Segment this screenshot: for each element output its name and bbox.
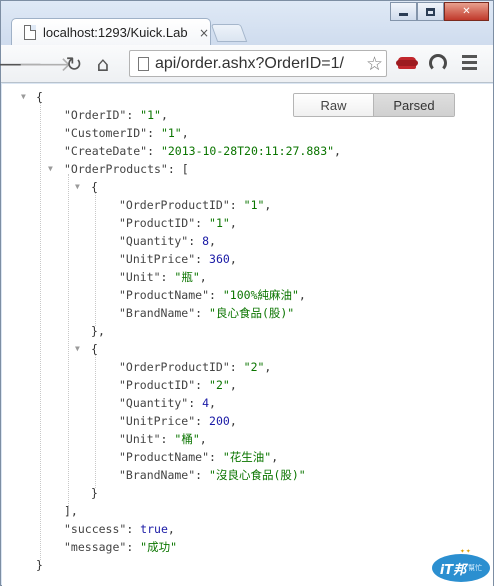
json-value: 8 <box>202 234 210 248</box>
maximize-button[interactable] <box>417 2 444 21</box>
indent-guide <box>40 102 41 560</box>
json-value: true <box>140 522 168 536</box>
indent-guide <box>68 174 69 506</box>
indent-guide <box>95 192 96 326</box>
collapse-toggle-icon[interactable]: ▼ <box>75 178 80 196</box>
json-value: 360 <box>209 252 230 266</box>
page-icon <box>24 25 36 40</box>
json-value: "1" <box>243 198 265 212</box>
json-close-brace: }, <box>91 324 105 338</box>
json-value: "1" <box>209 216 230 230</box>
json-value: "1" <box>160 126 182 140</box>
json-row: "BrandName": "良心食品(股)" <box>119 306 295 320</box>
json-row: "ProductID": "2", <box>119 378 237 392</box>
reload-icon[interactable]: ↻ <box>60 50 88 78</box>
json-value: "成功" <box>140 540 178 554</box>
json-value: "2" <box>243 360 265 374</box>
json-row: "Quantity": 4, <box>119 396 216 410</box>
ithome-watermark-logo: ✦✦ iT邦 幫忙 <box>426 546 492 584</box>
json-row: "CreateDate": "2013-10-28T20:11:27.883", <box>64 144 341 158</box>
json-row: "ProductName": "花生油", <box>119 450 279 464</box>
raw-button[interactable]: Raw <box>294 94 374 116</box>
json-row: "OrderProducts": [ <box>64 162 189 176</box>
collapse-toggle-icon[interactable]: ▼ <box>75 340 80 358</box>
json-row: "OrderProductID": "2", <box>119 360 272 374</box>
json-viewer: ▼ ▼ ▼ ▼ { "OrderID": "1", "CustomerID": … <box>2 84 493 586</box>
json-value: "瓶" <box>174 270 200 284</box>
json-close-bracket: ], <box>64 504 78 518</box>
json-value: "沒良心食品(股)" <box>209 468 306 482</box>
tab-title: localhost:1293/Kuick.Lab <box>43 25 188 40</box>
json-row: "OrderID": "1", <box>64 108 168 122</box>
page-info-icon[interactable] <box>138 56 149 71</box>
close-window-button[interactable]: ✕ <box>444 2 489 21</box>
minimize-icon <box>399 13 408 16</box>
json-row: "ProductName": "100%純麻油", <box>119 288 306 302</box>
new-tab-button[interactable] <box>210 24 248 42</box>
view-mode-switch: Raw Parsed <box>293 93 455 117</box>
window-controls: ✕ <box>390 2 489 21</box>
speech-bubble-icon: iT邦 幫忙 <box>432 554 490 582</box>
json-row: "message": "成功" <box>64 540 178 554</box>
json-row: "Quantity": 8, <box>119 234 216 248</box>
json-row: "Unit": "桶", <box>119 432 207 446</box>
tab-close-icon[interactable]: × <box>199 27 209 39</box>
browser-window: localhost:1293/Kuick.Lab × ✕ 🡐 🡒 ↻ ⌂ /ap… <box>0 0 494 586</box>
title-bar: localhost:1293/Kuick.Lab × ✕ <box>1 1 493 46</box>
json-row: "BrandName": "沒良心食品(股)" <box>119 468 306 482</box>
json-open-brace: { <box>91 342 98 356</box>
json-value: "2013-10-28T20:11:27.883" <box>160 144 335 158</box>
json-row: "OrderProductID": "1", <box>119 198 272 212</box>
url-text[interactable]: /api/order.ashx?OrderID=1 <box>155 55 363 73</box>
json-row: "UnitPrice": 200, <box>119 414 237 428</box>
collapse-toggle-icon[interactable]: ▼ <box>48 160 53 178</box>
json-row: "CustomerID": "1", <box>64 126 189 140</box>
json-close-brace: } <box>91 486 98 500</box>
star-icon[interactable]: ☆ <box>363 53 386 75</box>
minimize-button[interactable] <box>390 2 417 21</box>
page-content: ▼ ▼ ▼ ▼ { "OrderID": "1", "CustomerID": … <box>2 84 493 586</box>
json-value: "1" <box>140 108 161 122</box>
json-value: "100%純麻油" <box>222 288 299 302</box>
json-value: "桶" <box>174 432 200 446</box>
browser-tab[interactable]: localhost:1293/Kuick.Lab × <box>11 18 211 46</box>
json-value: 200 <box>209 414 230 428</box>
address-bar[interactable]: /api/order.ashx?OrderID=1 ☆ <box>129 50 387 77</box>
json-row: "success": true, <box>64 522 175 536</box>
maximize-icon <box>426 7 435 16</box>
json-open-brace: { <box>91 180 98 194</box>
json-value: 4 <box>202 396 210 410</box>
json-value: "2" <box>209 378 230 392</box>
sofa-extension-icon[interactable] <box>396 53 418 73</box>
json-row: "UnitPrice": 360, <box>119 252 237 266</box>
menu-icon[interactable] <box>462 55 477 73</box>
json-close-brace: } <box>36 558 43 572</box>
home-icon[interactable]: ⌂ <box>89 50 117 78</box>
json-row: "Unit": "瓶", <box>119 270 207 284</box>
json-value: "花生油" <box>222 450 272 464</box>
circle-extension-icon[interactable] <box>429 54 447 72</box>
json-open-brace: { <box>36 90 43 104</box>
collapse-toggle-icon[interactable]: ▼ <box>21 88 26 106</box>
browser-toolbar: 🡐 🡒 ↻ ⌂ /api/order.ashx?OrderID=1 ☆ <box>0 45 493 83</box>
forward-icon[interactable]: 🡒 <box>18 50 72 78</box>
json-row: "ProductID": "1", <box>119 216 237 230</box>
indent-guide <box>95 354 96 488</box>
json-value: "良心食品(股)" <box>209 306 295 320</box>
parsed-button[interactable]: Parsed <box>374 94 454 116</box>
